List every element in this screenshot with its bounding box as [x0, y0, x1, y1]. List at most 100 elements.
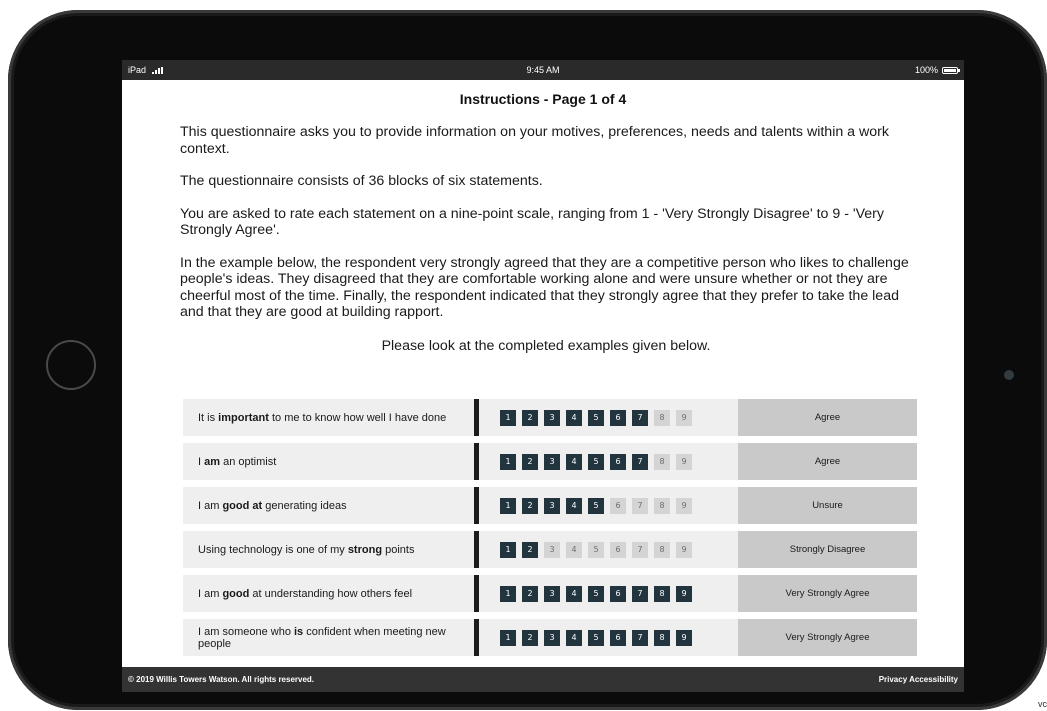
rating-box-5[interactable]: 5	[588, 629, 604, 646]
example-row: Using technology is one of my strong poi…	[183, 531, 917, 568]
rating-box-7[interactable]: 7	[632, 453, 648, 470]
instruction-paragraph: You are asked to rate each statement on …	[180, 205, 884, 239]
rating-box-9[interactable]: 9	[676, 453, 692, 470]
rating-box-2[interactable]: 2	[522, 629, 538, 646]
status-left: iPad	[128, 65, 164, 75]
rating-box-5[interactable]: 5	[588, 541, 604, 558]
statement-text-end: an optimist	[220, 455, 277, 468]
rating-box-4[interactable]: 4	[566, 409, 582, 426]
rating-box-9[interactable]: 9	[676, 541, 692, 558]
rating-box-1[interactable]: 1	[500, 409, 516, 426]
statement-text-start: I am	[198, 587, 223, 600]
rating-box-5[interactable]: 5	[588, 409, 604, 426]
rating-box-5[interactable]: 5	[588, 585, 604, 602]
rating-box-7[interactable]: 7	[632, 541, 648, 558]
instruction-paragraph: In the example below, the respondent ver…	[180, 254, 909, 321]
rating-box-5[interactable]: 5	[588, 497, 604, 514]
statement-text: Using technology is one of my strong poi…	[198, 544, 414, 556]
statement-text-end: at understanding how others feel	[249, 587, 413, 600]
rating-box-3[interactable]: 3	[544, 453, 560, 470]
rating-box-1[interactable]: 1	[500, 497, 516, 514]
rating-box-9[interactable]: 9	[676, 585, 692, 602]
rating-box-4[interactable]: 4	[566, 585, 582, 602]
rating-box-2[interactable]: 2	[522, 541, 538, 558]
ipad-frame: iPad 9:45 AM 100% Instructions - Page 1 …	[8, 10, 1047, 710]
rating-box-9[interactable]: 9	[676, 497, 692, 514]
statement-keyword: am	[204, 455, 221, 468]
rating-box-4[interactable]: 4	[566, 497, 582, 514]
statement-text: I am an optimist	[198, 456, 276, 468]
footer-links[interactable]: Privacy Accessibility	[879, 675, 958, 684]
rating-box-6[interactable]: 6	[610, 453, 626, 470]
rating-box-8[interactable]: 8	[654, 541, 670, 558]
statement: I am an optimist	[183, 443, 479, 480]
rating-box-2[interactable]: 2	[522, 497, 538, 514]
rating-box-1[interactable]: 1	[500, 585, 516, 602]
answer-label: Strongly Disagree	[738, 531, 917, 568]
rating-box-5[interactable]: 5	[588, 453, 604, 470]
statement-text-start: I am someone who	[198, 625, 294, 638]
statement-keyword: good at	[222, 499, 263, 512]
rating-box-3[interactable]: 3	[544, 541, 560, 558]
corner-text: vc	[1038, 699, 1047, 709]
statement-text: I am someone who is confident when meeti…	[198, 626, 466, 650]
rating-box-4[interactable]: 4	[566, 629, 582, 646]
rating-box-7[interactable]: 7	[632, 409, 648, 426]
rating-scale: 123456789	[479, 443, 738, 480]
answer-label: Very Strongly Agree	[738, 619, 917, 656]
rating-box-1[interactable]: 1	[500, 629, 516, 646]
rating-box-4[interactable]: 4	[566, 541, 582, 558]
example-row: I am someone who is confident when meeti…	[183, 619, 917, 656]
rating-box-1[interactable]: 1	[500, 453, 516, 470]
rating-box-6[interactable]: 6	[610, 629, 626, 646]
rating-box-6[interactable]: 6	[610, 585, 626, 602]
rating-scale: 123456789	[479, 619, 738, 656]
rating-box-8[interactable]: 8	[654, 585, 670, 602]
rating-box-3[interactable]: 3	[544, 585, 560, 602]
signal-icon	[152, 66, 164, 74]
statement-keyword: is	[294, 625, 304, 638]
rating-box-7[interactable]: 7	[632, 497, 648, 514]
statement-text-start: I am	[198, 499, 223, 512]
rating-box-8[interactable]: 8	[654, 497, 670, 514]
rating-box-9[interactable]: 9	[676, 629, 692, 646]
rating-box-8[interactable]: 8	[654, 629, 670, 646]
battery-icon	[942, 66, 960, 74]
statement-keyword: good	[222, 587, 250, 600]
rating-scale: 123456789	[479, 531, 738, 568]
instruction-paragraph: This questionnaire asks you to provide i…	[180, 124, 889, 157]
copyright-text: © 2019 Willis Towers Watson. All rights …	[128, 675, 315, 684]
rating-box-4[interactable]: 4	[566, 453, 582, 470]
statement-text-end: to me to know how well I have done	[268, 411, 447, 424]
home-button[interactable]	[46, 340, 96, 390]
rating-box-3[interactable]: 3	[544, 497, 560, 514]
rating-box-8[interactable]: 8	[654, 409, 670, 426]
example-row: I am good at understanding how others fe…	[183, 575, 917, 612]
rating-box-6[interactable]: 6	[610, 409, 626, 426]
statement: It is important to me to know how well I…	[183, 399, 479, 436]
page-title: Instructions - Page 1 of 4	[459, 91, 627, 107]
status-time: 9:45 AM	[526, 65, 560, 75]
status-bar: iPad 9:45 AM 100%	[122, 60, 964, 80]
examples-prompt: Please look at the completed examples gi…	[381, 337, 711, 354]
statement-text-end: generating ideas	[262, 499, 347, 512]
rating-box-7[interactable]: 7	[632, 629, 648, 646]
rating-box-2[interactable]: 2	[522, 409, 538, 426]
statement-text: I am good at understanding how others fe…	[198, 588, 412, 600]
rating-scale: 123456789	[479, 575, 738, 612]
rating-box-2[interactable]: 2	[522, 585, 538, 602]
rating-box-6[interactable]: 6	[610, 541, 626, 558]
rating-box-9[interactable]: 9	[676, 409, 692, 426]
rating-box-7[interactable]: 7	[632, 585, 648, 602]
answer-label: Agree	[738, 443, 917, 480]
statement: Using technology is one of my strong poi…	[183, 531, 479, 568]
statement-text: It is important to me to know how well I…	[198, 412, 446, 424]
footer: © 2019 Willis Towers Watson. All rights …	[122, 667, 964, 692]
rating-box-1[interactable]: 1	[500, 541, 516, 558]
rating-box-3[interactable]: 3	[544, 629, 560, 646]
rating-box-8[interactable]: 8	[654, 453, 670, 470]
statement: I am good at generating ideas	[183, 487, 479, 524]
rating-box-2[interactable]: 2	[522, 453, 538, 470]
rating-box-6[interactable]: 6	[610, 497, 626, 514]
rating-box-3[interactable]: 3	[544, 409, 560, 426]
